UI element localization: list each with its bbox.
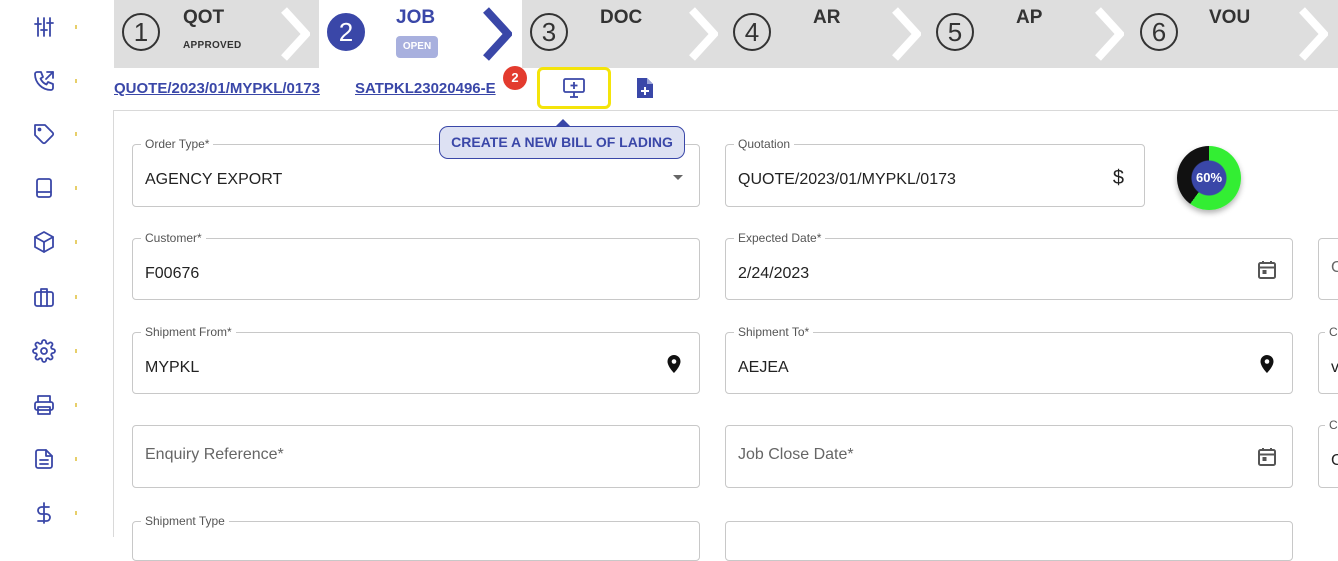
- dollar-icon[interactable]: [30, 499, 58, 527]
- dollar-sign-icon[interactable]: $: [1113, 167, 1124, 190]
- field-label: C: [1325, 418, 1338, 432]
- package-icon[interactable]: [30, 228, 58, 256]
- dropdown-caret-icon: [673, 175, 683, 180]
- field-value: 2/24/2023: [738, 265, 810, 282]
- step-number: 6: [1140, 13, 1178, 51]
- step-doc[interactable]: 3 DOC: [522, 0, 725, 68]
- create-bill-of-lading-button[interactable]: [537, 67, 611, 109]
- chevron-right-icon: [281, 7, 310, 61]
- step-ap[interactable]: 5 AP: [928, 0, 1132, 68]
- notification-badge: 2: [503, 66, 527, 90]
- step-label: JOB: [396, 7, 436, 28]
- document-icon[interactable]: [30, 445, 58, 473]
- field-placeholder: Enquiry Reference*: [145, 446, 284, 463]
- job-close-date-field[interactable]: Job Close Date*: [725, 425, 1293, 488]
- chevron-right-icon: [1095, 7, 1124, 61]
- workflow-stepper: 1 QOT APPROVED 2 JOB OPEN 3 DOC 4 AR 5 A…: [114, 0, 1338, 68]
- chevron-right-icon: [689, 7, 718, 61]
- chevron-right-icon: [1299, 7, 1328, 61]
- shipment-to-field[interactable]: Shipment To* AEJEA: [725, 325, 1293, 394]
- field-label: Expected Date*: [734, 231, 826, 245]
- quotation-link[interactable]: QUOTE/2023/01/MYPKL/0173: [114, 80, 320, 97]
- monitor-plus-icon: [563, 78, 585, 98]
- shipment-from-field[interactable]: Shipment From* MYPKL: [132, 325, 700, 394]
- printer-icon[interactable]: [30, 391, 58, 419]
- step-label: DOC: [600, 7, 643, 28]
- field-value: v: [1331, 359, 1338, 376]
- partial-field-r4[interactable]: C C: [1318, 418, 1338, 488]
- chevron-right-icon: [892, 7, 921, 61]
- shipment-type-field[interactable]: Shipment Type: [132, 514, 700, 561]
- enquiry-reference-input[interactable]: Enquiry Reference*: [132, 425, 700, 488]
- tooltip-arrow: [556, 119, 570, 126]
- field-placeholder: C: [1331, 259, 1338, 276]
- field-label: Shipment From*: [141, 325, 236, 339]
- calendar-icon[interactable]: [1256, 259, 1278, 281]
- quotation-field[interactable]: Quotation QUOTE/2023/01/MYPKL/0173 $: [725, 137, 1145, 207]
- sidebar: [0, 0, 88, 537]
- step-qot[interactable]: 1 QOT APPROVED: [114, 0, 319, 68]
- step-label: VOU: [1209, 7, 1251, 28]
- partial-field-r2[interactable]: C: [1318, 238, 1338, 300]
- step-job[interactable]: 2 JOB OPEN: [319, 0, 522, 68]
- customer-field[interactable]: Customer* F00676: [132, 231, 700, 300]
- field-label: Quotation: [734, 137, 795, 151]
- field-label: Shipment Type: [141, 514, 229, 528]
- step-number: 3: [530, 13, 568, 51]
- field-value: AGENCY EXPORT: [145, 171, 283, 188]
- step-number: 4: [733, 13, 771, 51]
- form-card-border: [113, 110, 1338, 111]
- progress-text: 60%: [1195, 170, 1223, 185]
- field-placeholder: Job Close Date*: [738, 446, 854, 463]
- step-status: APPROVED: [183, 40, 242, 51]
- sliders-icon[interactable]: [30, 13, 58, 41]
- expected-date-field[interactable]: Expected Date* 2/24/2023: [725, 231, 1293, 300]
- step-label: AP: [1016, 7, 1043, 28]
- field-label: C: [1325, 325, 1338, 339]
- field-label: Shipment To*: [734, 325, 814, 339]
- step-number: 2: [327, 13, 365, 51]
- field-value: MYPKL: [145, 359, 200, 376]
- field-value: QUOTE/2023/01/MYPKL/0173: [738, 171, 956, 188]
- gear-icon[interactable]: [30, 337, 58, 365]
- add-document-icon[interactable]: [634, 76, 656, 100]
- field-value: F00676: [145, 265, 200, 282]
- field-value: AEJEA: [738, 359, 789, 376]
- field-value: C: [1331, 452, 1338, 469]
- create-bill-of-lading-tooltip: CREATE A NEW BILL OF LADING: [439, 126, 685, 159]
- step-number: 1: [122, 13, 160, 51]
- job-link[interactable]: SATPKL23020496-E: [355, 80, 496, 97]
- step-label: QOT: [183, 7, 225, 28]
- step-ar[interactable]: 4 AR: [725, 0, 928, 68]
- book-icon[interactable]: [30, 174, 58, 202]
- tag-icon[interactable]: [30, 120, 58, 148]
- field-label: Order Type*: [141, 137, 214, 151]
- location-pin-icon[interactable]: [1256, 353, 1278, 375]
- chevron-right-icon: [483, 7, 512, 61]
- briefcase-icon[interactable]: [30, 283, 58, 311]
- calendar-icon[interactable]: [1256, 446, 1278, 468]
- partial-field-r3[interactable]: C v: [1318, 325, 1338, 394]
- step-vou[interactable]: 6 VOU: [1132, 0, 1338, 68]
- status-badge: OPEN: [396, 36, 438, 58]
- step-label: AR: [813, 7, 841, 28]
- phone-icon[interactable]: [30, 67, 58, 95]
- location-pin-icon[interactable]: [663, 353, 685, 375]
- step-number: 5: [936, 13, 974, 51]
- field-label: Customer*: [141, 231, 206, 245]
- next-row-field[interactable]: [725, 521, 1293, 561]
- content-divider: [113, 110, 114, 537]
